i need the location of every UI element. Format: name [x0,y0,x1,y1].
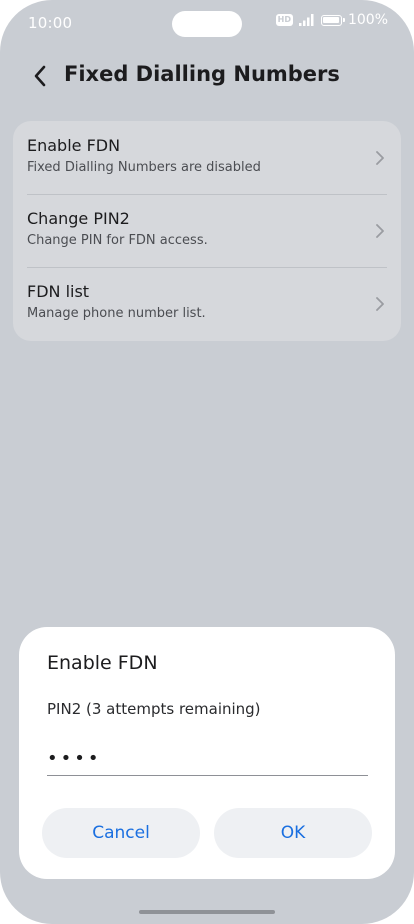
chevron-right-icon [376,297,384,311]
settings-item-subtitle: Change PIN for FDN access. [27,233,208,248]
chevron-left-icon [34,65,46,87]
dialog-title: Enable FDN [47,652,158,674]
settings-item-subtitle: Manage phone number list. [27,306,206,321]
camera-cutout [172,11,242,37]
back-button[interactable] [26,62,54,90]
page-title: Fixed Dialling Numbers [64,62,340,86]
chevron-right-icon [376,224,384,238]
status-time: 10:00 [28,14,73,32]
settings-item-subtitle: Fixed Dialling Numbers are disabled [27,160,261,175]
phone-frame: 10:00 HD 100% Fixed Dialling Numbers Ena… [0,0,414,924]
settings-item-fdn-list[interactable]: FDN list Manage phone number list. [13,267,401,340]
pin2-input[interactable] [47,741,368,776]
settings-item-title: Change PIN2 [27,209,130,228]
pin2-label: PIN2 (3 attempts remaining) [47,700,261,718]
home-indicator[interactable] [139,910,275,914]
battery-icon [320,14,345,26]
settings-item-title: Enable FDN [27,136,121,155]
settings-item-change-pin2[interactable]: Change PIN2 Change PIN for FDN access. [13,194,401,267]
app-header: Fixed Dialling Numbers [0,56,414,96]
hd-badge: HD [275,14,293,26]
ok-button[interactable]: OK [214,808,372,858]
settings-item-title: FDN list [27,282,90,301]
battery-level: 100% [347,12,388,28]
enable-fdn-dialog: Enable FDN PIN2 (3 attempts remaining) C… [19,627,395,879]
signal-bars-icon [298,14,314,26]
settings-card: Enable FDN Fixed Dialling Numbers are di… [13,121,401,341]
screen: 10:00 HD 100% Fixed Dialling Numbers Ena… [0,0,414,924]
status-icons: HD 100% [275,12,388,28]
cancel-button[interactable]: Cancel [42,808,200,858]
settings-item-enable-fdn[interactable]: Enable FDN Fixed Dialling Numbers are di… [13,121,401,194]
chevron-right-icon [376,151,384,165]
